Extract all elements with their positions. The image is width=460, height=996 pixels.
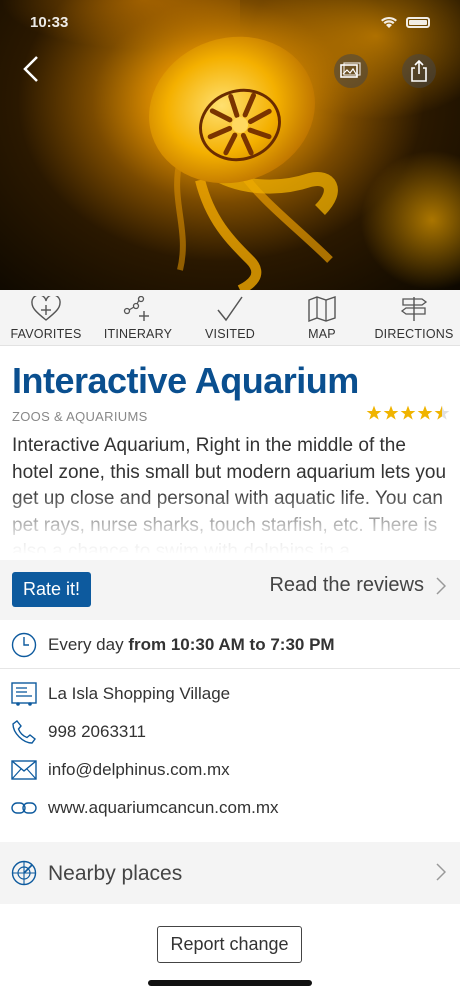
website-text: www.aquariumcancun.com.mx [48, 798, 279, 817]
chevron-left-icon [23, 56, 38, 82]
jellyfish-illustration [149, 36, 338, 290]
envelope-icon [11, 757, 37, 783]
status-bar: 10:33 [30, 10, 430, 34]
nearby-places-row[interactable]: Nearby places [0, 842, 460, 904]
map-button[interactable]: MAP [276, 290, 368, 345]
star-icon [366, 405, 382, 420]
divider [0, 668, 460, 669]
itinerary-icon [123, 296, 149, 321]
read-reviews-link[interactable]: Read the reviews [269, 574, 446, 597]
status-icons [380, 16, 430, 29]
report-change-button[interactable]: Report change [157, 926, 302, 963]
share-button[interactable] [402, 54, 436, 88]
heart-plus-icon [31, 296, 61, 321]
hours-value: from 10:30 AM to 7:30 PM [128, 635, 335, 654]
home-indicator [148, 980, 312, 986]
visited-label: VISITED [204, 327, 256, 341]
directions-label: DIRECTIONS [374, 327, 454, 341]
directions-button[interactable]: DIRECTIONS [368, 290, 460, 345]
email-text: info@delphinus.com.mx [48, 760, 230, 779]
visited-button[interactable]: VISITED [184, 290, 276, 345]
chevron-right-icon [436, 863, 446, 881]
itinerary-label: ITINERARY [103, 327, 173, 341]
address-text: La Isla Shopping Village [48, 684, 231, 703]
share-icon [411, 60, 427, 82]
checkmark-icon [217, 296, 243, 322]
action-bar: FAVORITES ITINERARY VISITED MAP DIRECTIO… [0, 290, 460, 346]
photos-icon [340, 62, 361, 78]
favorites-button[interactable]: FAVORITES [0, 290, 92, 345]
read-reviews-label: Read the reviews [269, 574, 424, 596]
status-time: 10:33 [30, 13, 69, 31]
itinerary-button[interactable]: ITINERARY [92, 290, 184, 345]
rating-stars [366, 405, 450, 421]
phone-text: 998 2063311 [48, 722, 147, 741]
address-icon [11, 681, 37, 707]
hours-row: Every day from 10:30 AM to 7:30 PM [0, 628, 460, 662]
map-label: MAP [308, 327, 336, 341]
description-fade [0, 490, 460, 555]
wifi-icon [381, 16, 397, 28]
place-title: Interactive Aquarium [12, 360, 359, 401]
hours-text: Every day from 10:30 AM to 7:30 PM [48, 635, 335, 655]
star-icon [400, 405, 416, 420]
signpost-icon [400, 297, 428, 321]
clock-icon [11, 632, 37, 658]
star-icon [383, 405, 399, 420]
phone-icon [11, 719, 37, 745]
rate-bar: Rate it! Read the reviews [0, 560, 460, 620]
website-row[interactable]: www.aquariumcancun.com.mx [0, 791, 460, 825]
hours-prefix: Every day [48, 635, 124, 654]
map-icon [308, 296, 336, 322]
chevron-right-icon [436, 576, 446, 595]
favorites-label: FAVORITES [10, 327, 82, 341]
half-star-icon [434, 405, 450, 420]
phone-row[interactable]: 998 2063311 [0, 715, 460, 749]
place-category: ZOOS & AQUARIUMS [12, 409, 148, 424]
rate-it-button[interactable]: Rate it! [12, 572, 91, 607]
address-row[interactable]: La Isla Shopping Village [0, 677, 460, 711]
hero-image: 10:33 [0, 0, 460, 290]
battery-icon [406, 16, 430, 28]
photos-button[interactable] [334, 54, 368, 88]
link-icon [11, 795, 37, 821]
email-row[interactable]: info@delphinus.com.mx [0, 753, 460, 787]
nearby-places-label: Nearby places [48, 862, 183, 885]
star-icon [417, 405, 433, 420]
back-button[interactable] [16, 52, 50, 86]
radar-icon [11, 860, 37, 891]
